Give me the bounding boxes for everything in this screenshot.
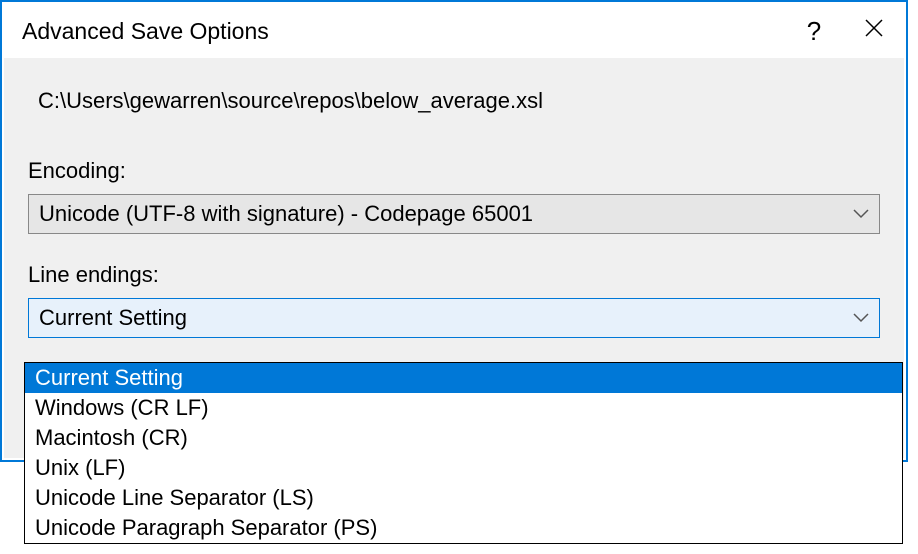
line-endings-option[interactable]: Macintosh (CR) <box>25 423 902 453</box>
line-endings-option[interactable]: Windows (CR LF) <box>25 393 902 423</box>
line-endings-option[interactable]: Unicode Line Separator (LS) <box>25 483 902 513</box>
line-endings-label: Line endings: <box>28 262 880 288</box>
encoding-select[interactable]: Unicode (UTF-8 with signature) - Codepag… <box>28 194 880 234</box>
line-endings-option[interactable]: Unix (LF) <box>25 453 902 483</box>
line-endings-select[interactable]: Current Setting <box>28 298 880 338</box>
close-button[interactable] <box>844 4 904 58</box>
line-endings-option[interactable]: Current Setting <box>25 363 902 393</box>
chevron-down-icon <box>853 209 869 219</box>
line-endings-option[interactable]: Unicode Paragraph Separator (PS) <box>25 513 902 543</box>
file-path-text: C:\Users\gewarren\source\repos\below_ave… <box>38 88 880 114</box>
dialog-title: Advanced Save Options <box>22 18 784 45</box>
chevron-down-icon <box>853 313 869 323</box>
close-icon <box>864 18 884 44</box>
help-button[interactable]: ? <box>784 4 844 58</box>
encoding-select-value: Unicode (UTF-8 with signature) - Codepag… <box>39 201 853 227</box>
titlebar: Advanced Save Options ? <box>4 4 904 58</box>
encoding-label: Encoding: <box>28 158 880 184</box>
line-endings-select-value: Current Setting <box>39 305 853 331</box>
line-endings-dropdown[interactable]: Current SettingWindows (CR LF)Macintosh … <box>24 362 903 544</box>
help-icon: ? <box>807 16 821 47</box>
